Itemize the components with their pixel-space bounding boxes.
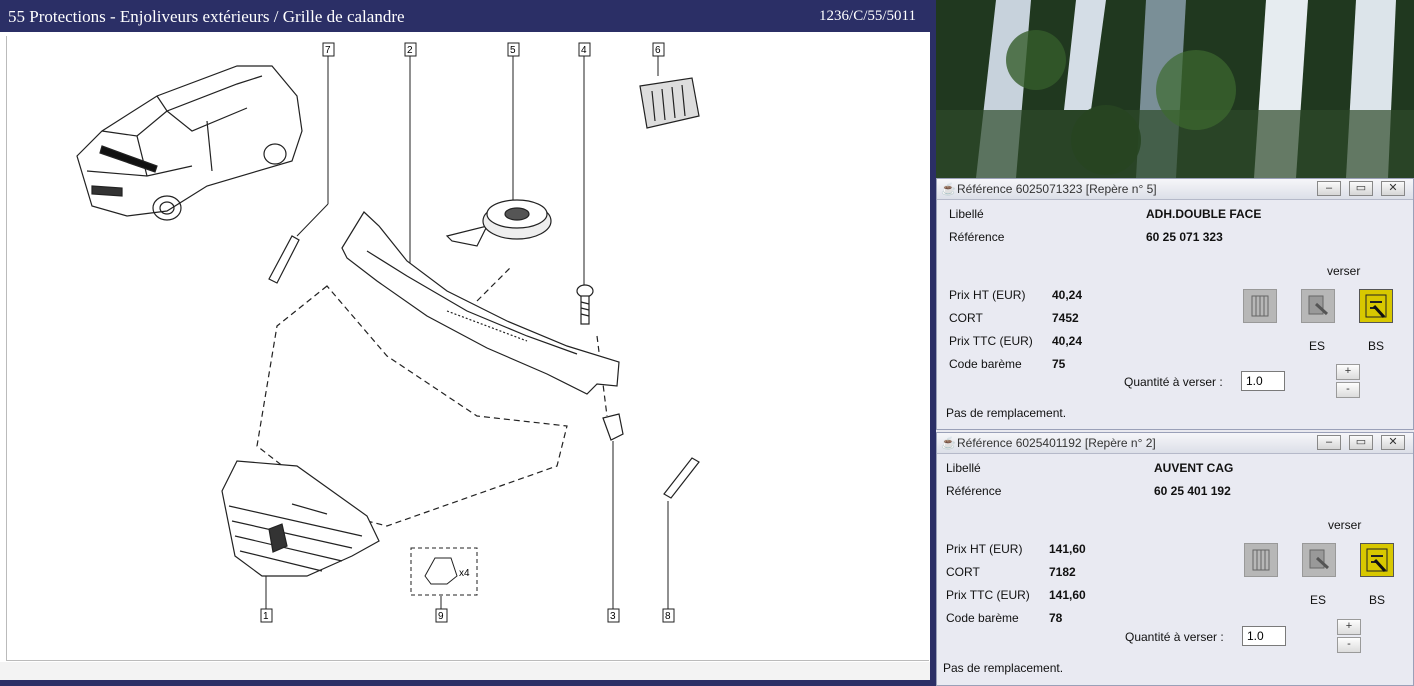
window-title: Référence 6025401192 [Repère n° 2]	[957, 436, 1156, 450]
callout-number-5: 5	[510, 45, 516, 56]
verser-label: verser	[1328, 518, 1362, 532]
reference-value: 60 25 071 323	[1146, 230, 1223, 244]
prix-ttc-label: Prix TTC (EUR)	[949, 334, 1033, 348]
close-button[interactable]: ✕	[1381, 181, 1405, 196]
minimize-button[interactable]: –	[1317, 435, 1341, 450]
bs-button[interactable]	[1359, 289, 1393, 323]
replacement-note: Pas de remplacement.	[946, 406, 1067, 420]
part-9-box[interactable]: x4	[410, 547, 478, 596]
cort-label: CORT	[949, 311, 983, 325]
verser-label: verser	[1327, 264, 1361, 278]
quantity-increment-button[interactable]: +	[1336, 364, 1360, 380]
catalog-button[interactable]	[1243, 289, 1277, 323]
code-bareme-label: Code barème	[949, 357, 1022, 371]
cart-icon	[1365, 294, 1387, 319]
car-illustration	[76, 65, 303, 221]
callout-number-2: 2	[407, 45, 413, 56]
prix-ht-value: 40,24	[1052, 288, 1083, 302]
window-titlebar[interactable]: ☕ Référence 6025071323 [Repère n° 5] – ▭…	[937, 179, 1413, 200]
prix-ht-value: 141,60	[1049, 542, 1086, 556]
libelle-label: Libellé	[946, 461, 981, 475]
java-cup-icon: ☕	[941, 182, 956, 196]
part-4-screw[interactable]	[576, 284, 594, 325]
quantity-label: Quantité à verser :	[1125, 630, 1224, 644]
catalog-bottom-bar	[0, 680, 930, 686]
prix-ttc-value: 40,24	[1052, 334, 1083, 348]
catalog-button[interactable]	[1244, 543, 1278, 577]
catalog-header: 55 Protections - Enjoliveurs extérieurs …	[0, 0, 930, 32]
photo-scene	[936, 0, 1414, 178]
code-bareme-label: Code barème	[946, 611, 1019, 625]
reference-label: Référence	[946, 484, 1002, 498]
calculator-icon	[1308, 295, 1329, 316]
libelle-value: ADH.DOUBLE FACE	[1146, 207, 1262, 221]
quantity-input[interactable]	[1242, 626, 1286, 646]
cort-label: CORT	[946, 565, 980, 579]
callout-number-7: 7	[325, 45, 331, 56]
exploded-parts-diagram[interactable]: x4 7 2 5 4 6 1 9 3 8	[7, 36, 929, 660]
cart-icon	[1366, 548, 1388, 573]
diagram-area[interactable]: x4 7 2 5 4 6 1 9 3 8	[6, 36, 929, 661]
reference-window-2[interactable]: ☕ Référence 6025401192 [Repère n° 2] – ▭…	[936, 432, 1414, 686]
catalog-panel: 55 Protections - Enjoliveurs extérieurs …	[0, 0, 930, 686]
java-cup-icon: ☕	[941, 436, 956, 450]
callout-number-9: 9	[438, 611, 444, 622]
quantity-decrement-button[interactable]: -	[1337, 637, 1361, 653]
window-title: Référence 6025071323 [Repère n° 5]	[957, 182, 1157, 196]
part-7-trim[interactable]	[268, 235, 300, 284]
part-1-radiator-grille[interactable]	[221, 460, 380, 577]
es-label: ES	[1310, 593, 1327, 607]
callout-number-1: 1	[263, 611, 269, 622]
part-5-adhesive-roll[interactable]	[445, 199, 552, 247]
cort-value: 7182	[1049, 565, 1076, 579]
quantity-label: Quantité à verser :	[1124, 375, 1223, 389]
catalog-code: 1236/C/55/5011	[819, 8, 916, 24]
quantity-decrement-button[interactable]: -	[1336, 382, 1360, 398]
catalog-icon	[1251, 295, 1269, 317]
catalog-status-strip	[0, 662, 930, 680]
reference-value: 60 25 401 192	[1154, 484, 1231, 498]
page-title: 55 Protections - Enjoliveurs extérieurs …	[8, 7, 405, 26]
libelle-value: AUVENT CAG	[1154, 461, 1234, 475]
cort-value: 7452	[1052, 311, 1079, 325]
callout-number-8: 8	[665, 611, 671, 622]
catalog-icon	[1252, 549, 1270, 571]
minimize-button[interactable]: –	[1317, 181, 1341, 196]
bs-label: BS	[1369, 593, 1386, 607]
code-bareme-value: 75	[1052, 357, 1066, 371]
prix-ht-label: Prix HT (EUR)	[946, 542, 1023, 556]
code-bareme-value: 78	[1049, 611, 1063, 625]
part-8-trim[interactable]	[663, 457, 700, 499]
prix-ht-label: Prix HT (EUR)	[949, 288, 1026, 302]
callout-number-3: 3	[610, 611, 616, 622]
callout-number-4: 4	[581, 45, 587, 56]
bs-button[interactable]	[1360, 543, 1394, 577]
replacement-note: Pas de remplacement.	[943, 661, 1064, 675]
es-label: ES	[1309, 339, 1326, 353]
part-6-grille-insert[interactable]	[639, 77, 700, 129]
part-3-clip[interactable]	[602, 413, 624, 441]
quantity-note: x4	[459, 568, 470, 579]
reference-window-1[interactable]: ☕ Référence 6025071323 [Repère n° 5] – ▭…	[936, 178, 1414, 430]
reference-label: Référence	[949, 230, 1005, 244]
prix-ttc-label: Prix TTC (EUR)	[946, 588, 1030, 602]
maximize-button[interactable]: ▭	[1349, 435, 1373, 450]
callout-number-6: 6	[655, 45, 661, 56]
es-button[interactable]	[1302, 543, 1336, 577]
es-button[interactable]	[1301, 289, 1335, 323]
window-titlebar[interactable]: ☕ Référence 6025401192 [Repère n° 2] – ▭…	[937, 433, 1413, 454]
libelle-label: Libellé	[949, 207, 984, 221]
prix-ttc-value: 141,60	[1049, 588, 1086, 602]
calculator-icon	[1309, 549, 1330, 570]
background-photo	[936, 0, 1414, 178]
close-button[interactable]: ✕	[1381, 435, 1405, 450]
quantity-input[interactable]	[1241, 371, 1285, 391]
quantity-increment-button[interactable]: +	[1337, 619, 1361, 635]
maximize-button[interactable]: ▭	[1349, 181, 1373, 196]
bs-label: BS	[1368, 339, 1385, 353]
